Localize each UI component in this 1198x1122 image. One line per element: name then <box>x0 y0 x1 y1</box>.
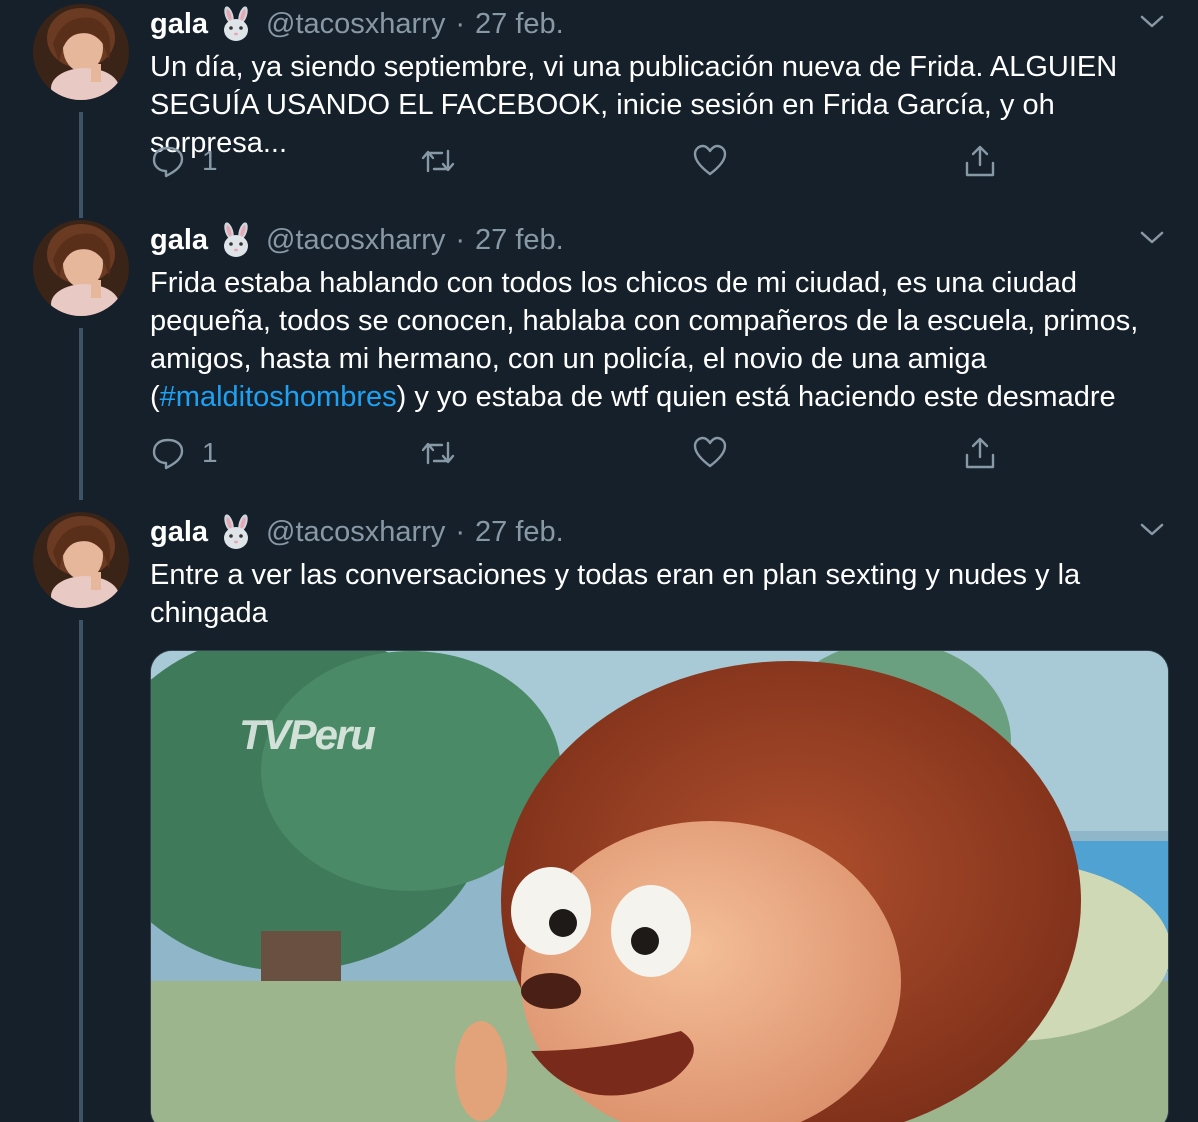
retweet-button[interactable] <box>420 136 472 186</box>
chevron-down-icon[interactable] <box>1136 222 1168 254</box>
rabbit-face-icon <box>218 222 254 258</box>
avatar-image <box>33 4 129 100</box>
tweet[interactable]: gala @tacosxharry · 27 feb. Frida estaba… <box>0 218 1198 488</box>
retweet-icon <box>421 149 455 173</box>
reply-icon <box>152 146 184 178</box>
tweet-date[interactable]: 27 feb. <box>475 8 564 41</box>
share-icon <box>965 145 995 177</box>
heart-icon <box>693 144 727 176</box>
tweet-actions: 1 <box>150 136 1050 186</box>
tweet-date[interactable]: 27 feb. <box>475 224 564 257</box>
share-icon <box>965 437 995 469</box>
rabbit-face-icon <box>218 514 254 550</box>
chevron-down-icon[interactable] <box>1136 6 1168 38</box>
retweet-icon <box>421 441 455 465</box>
like-button[interactable] <box>692 428 744 478</box>
separator: · <box>455 223 466 256</box>
tweet-date[interactable]: 27 feb. <box>475 516 564 549</box>
tweet-header: gala @tacosxharry · 27 feb. <box>150 510 564 554</box>
tweet-header: gala @tacosxharry · 27 feb. <box>150 2 564 46</box>
user-handle[interactable]: @tacosxharry <box>266 8 445 41</box>
hashtag-link[interactable]: #malditoshombres <box>160 381 397 413</box>
separator: · <box>455 7 466 40</box>
user-handle[interactable]: @tacosxharry <box>266 224 445 257</box>
avatar[interactable] <box>33 220 129 316</box>
reply-button[interactable]: 1 <box>150 136 218 186</box>
display-name[interactable]: gala <box>150 8 208 41</box>
tweet-text-part: ) y yo estaba de wtf quien está haciendo… <box>396 381 1116 413</box>
separator: · <box>455 515 466 548</box>
tweet-media[interactable]: TVPeru <box>150 650 1169 1122</box>
tweet[interactable]: gala @tacosxharry · 27 feb. Un día, ya s… <box>0 2 1198 202</box>
share-button[interactable] <box>962 136 998 186</box>
rabbit-face-icon <box>218 6 254 42</box>
tweet-text: Frida estaba hablando con todos los chic… <box>150 264 1180 416</box>
heart-icon <box>693 436 727 468</box>
tweet-actions: 1 <box>150 428 1050 478</box>
avatar[interactable] <box>33 4 129 100</box>
reply-icon <box>152 438 184 470</box>
avatar[interactable] <box>33 512 129 608</box>
reply-button[interactable]: 1 <box>150 428 218 478</box>
reply-count: 1 <box>202 145 218 176</box>
chevron-down-icon[interactable] <box>1136 514 1168 546</box>
display-name[interactable]: gala <box>150 516 208 549</box>
avatar-image <box>33 512 129 608</box>
reply-count: 1 <box>202 437 218 468</box>
tweet-header: gala @tacosxharry · 27 feb. <box>150 218 564 262</box>
tweet-text: Entre a ver las conversaciones y todas e… <box>150 559 1081 629</box>
retweet-button[interactable] <box>420 428 472 478</box>
display-name[interactable]: gala <box>150 224 208 257</box>
media-watermark: TVPeru <box>239 711 376 758</box>
like-button[interactable] <box>692 136 744 186</box>
user-handle[interactable]: @tacosxharry <box>266 516 445 549</box>
avatar-image <box>33 220 129 316</box>
share-button[interactable] <box>962 428 998 478</box>
